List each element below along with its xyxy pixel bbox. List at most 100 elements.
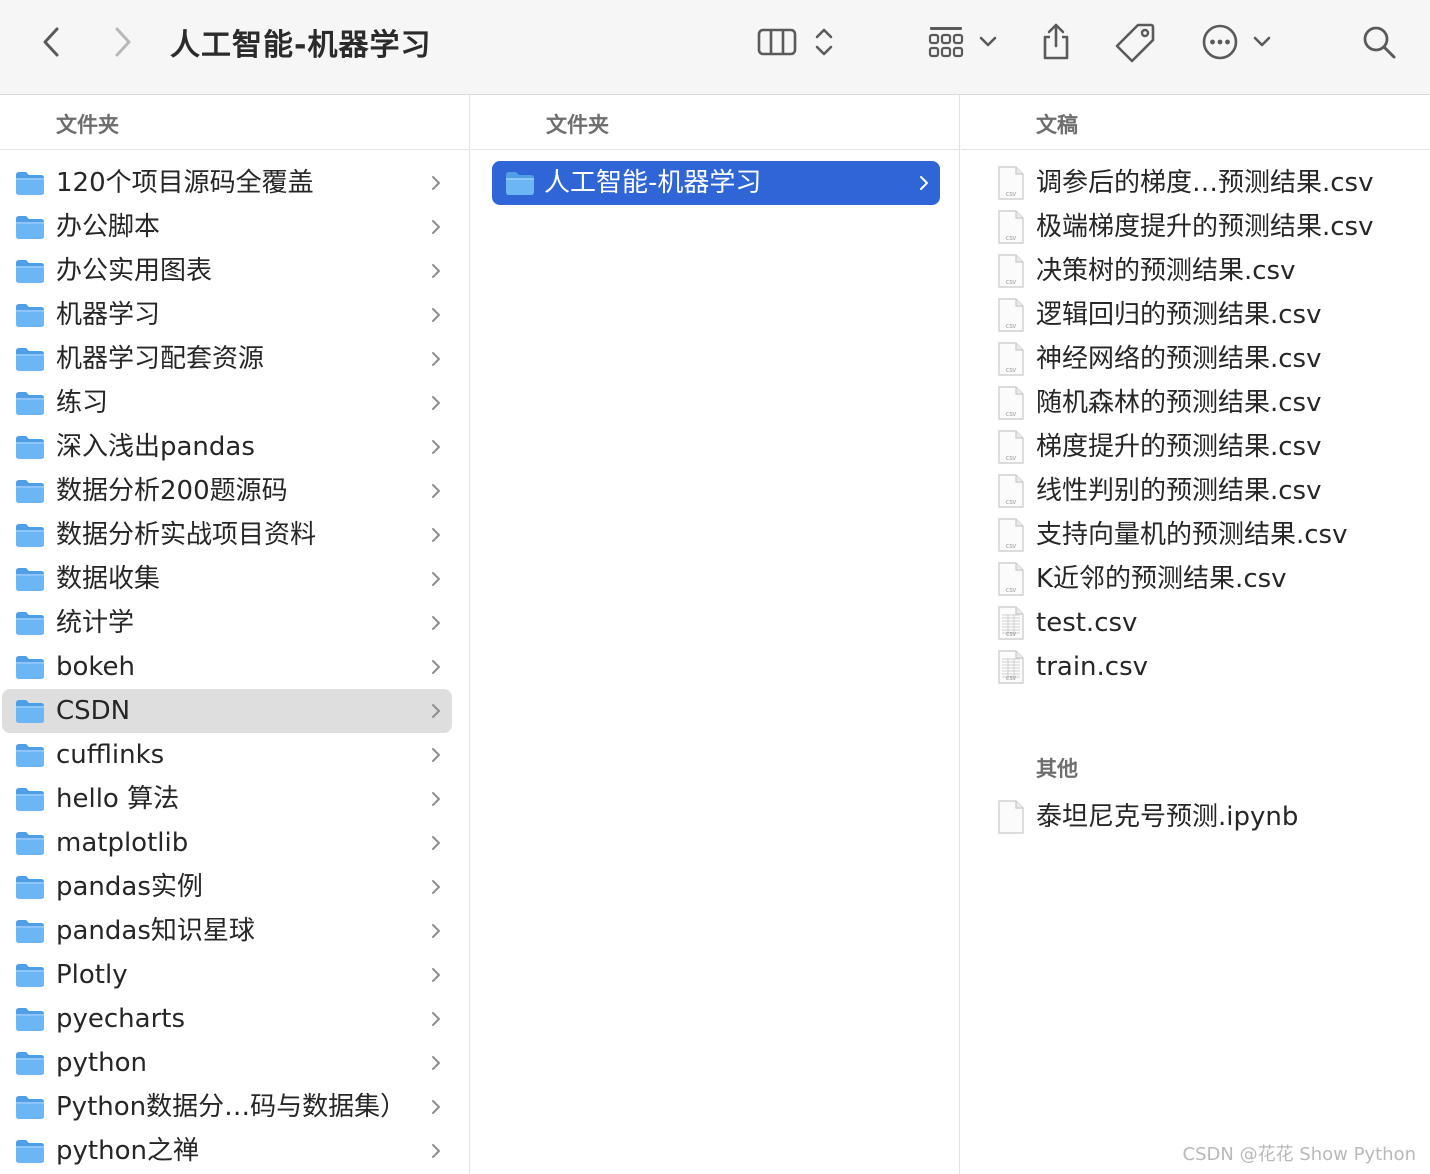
column-2: 文件夹 人工智能-机器学习 <box>471 95 960 1174</box>
chevron-right-icon <box>432 792 440 806</box>
csv-file-icon: CSV <box>998 518 1024 552</box>
chevron-right-icon <box>115 27 131 57</box>
file-row-item-2[interactable]: CSV 极端梯度提升的预测结果.csv <box>961 205 1430 249</box>
csv-file-icon: CSV <box>998 166 1024 200</box>
share-button[interactable] <box>1036 20 1076 64</box>
folder-row-item-19[interactable]: Plotly <box>2 953 452 997</box>
forward-button[interactable] <box>108 24 138 60</box>
folder-row-selected[interactable]: 人工智能-机器学习 <box>492 161 940 205</box>
folder-row-item-15[interactable]: hello 算法 <box>2 777 452 821</box>
folder-row-item-9[interactable]: 数据分析实战项目资料 <box>2 513 452 557</box>
folder-row-item-22[interactable]: Python数据分…码与数据集） <box>2 1085 452 1129</box>
folder-icon <box>16 744 44 767</box>
folder-icon <box>16 964 44 987</box>
file-row-item-6[interactable]: CSV 随机森林的预测结果.csv <box>961 381 1430 425</box>
folder-row-item-6[interactable]: 练习 <box>2 381 452 425</box>
file-badge: CSV <box>1006 544 1017 550</box>
folder-list: 120个项目源码全覆盖 办公脚本 办公实用图表机器学习机器学习配套资源练习 深入浅出p… <box>0 161 469 1173</box>
file-row-item-11[interactable]: CSV test.csv <box>961 601 1430 645</box>
chevron-right-icon <box>432 704 440 718</box>
folder-row-item-3[interactable]: 办公实用图表 <box>2 249 452 293</box>
folder-icon <box>16 568 44 591</box>
folder-row-item-5[interactable]: 机器学习配套资源 <box>2 337 452 381</box>
file-label: 调参后的梯度…预测结果.csv <box>1036 168 1374 198</box>
csv-file-icon: CSV <box>998 210 1024 244</box>
chevron-right-icon <box>432 484 440 498</box>
folder-icon <box>16 480 44 503</box>
folder-row-item-20[interactable]: pyecharts <box>2 997 452 1041</box>
chevron-right-icon <box>432 880 440 894</box>
folder-icon <box>16 920 44 943</box>
folder-label: matplotlib <box>56 828 189 858</box>
folder-icon <box>16 1096 44 1119</box>
more-actions-button[interactable] <box>1198 20 1274 64</box>
file-badge: CSV <box>1006 632 1017 638</box>
back-button[interactable] <box>36 24 66 60</box>
file-row-item-4[interactable]: CSV 逻辑回归的预测结果.csv <box>961 293 1430 337</box>
folder-row-item-18[interactable]: pandas知识星球 <box>2 909 452 953</box>
folder-row-item-13[interactable]: CSDN <box>2 689 452 733</box>
folder-row-item-1[interactable]: 120个项目源码全覆盖 <box>2 161 452 205</box>
file-label: 泰坦尼克号预测.ipynb <box>1036 802 1299 832</box>
folder-row-item-21[interactable]: python <box>2 1041 452 1085</box>
folder-label: 机器学习配套资源 <box>56 344 265 374</box>
folder-icon <box>16 1008 44 1031</box>
folder-icon <box>506 172 534 195</box>
search-button[interactable] <box>1358 20 1400 64</box>
folder-label: cufflinks <box>56 740 165 770</box>
file-label: 随机森林的预测结果.csv <box>1036 388 1322 418</box>
folder-row-item-10[interactable]: 数据收集 <box>2 557 452 601</box>
tag-button[interactable] <box>1112 20 1158 64</box>
folder-row-item-7[interactable]: 深入浅出pandas <box>2 425 452 469</box>
folder-row-item-11[interactable]: 统计学 <box>2 601 452 645</box>
file-row-item-5[interactable]: CSV 神经网络的预测结果.csv <box>961 337 1430 381</box>
csv-file-icon: CSV <box>998 298 1024 332</box>
file-badge: CSV <box>1006 500 1017 506</box>
file-badge: CSV <box>1006 456 1017 462</box>
toolbar: 人工智能-机器学习 <box>0 0 1430 95</box>
folder-row-item-14[interactable]: cufflinks <box>2 733 452 777</box>
file-label: 梯度提升的预测结果.csv <box>1036 432 1322 462</box>
folder-row-item-2[interactable]: 办公脚本 <box>2 205 452 249</box>
file-badge: CSV <box>1006 368 1017 374</box>
folder-row-item-8[interactable]: 数据分析200题源码 <box>2 469 452 513</box>
folder-icon <box>16 436 44 459</box>
file-row-other-item-1[interactable]: 泰坦尼克号预测.ipynb <box>961 795 1430 839</box>
file-list: CSV 调参后的梯度…预测结果.csv CSV 极端梯度提升的预测结果.csv CSV 决… <box>961 161 1430 689</box>
group-button[interactable] <box>924 22 1000 62</box>
chevron-right-icon <box>432 1012 440 1026</box>
chevron-right-icon <box>432 748 440 762</box>
chevron-down-icon <box>979 36 997 47</box>
chevron-right-icon <box>432 572 440 586</box>
column-view-icon <box>757 28 797 56</box>
folder-label: 机器学习 <box>56 300 161 330</box>
folder-list: 人工智能-机器学习 <box>471 161 959 205</box>
csv-file-icon: CSV <box>998 606 1024 640</box>
view-mode-button[interactable] <box>752 22 838 62</box>
chevron-right-icon <box>432 396 440 410</box>
file-label: test.csv <box>1036 608 1138 638</box>
folder-row-item-12[interactable]: bokeh <box>2 645 452 689</box>
folder-icon <box>16 700 44 723</box>
watermark: CSDN @花花 Show Python <box>1182 1144 1416 1165</box>
folder-label: hello 算法 <box>56 784 180 814</box>
file-row-item-12[interactable]: CSV train.csv <box>961 645 1430 689</box>
folder-row-item-16[interactable]: matplotlib <box>2 821 452 865</box>
chevron-right-icon <box>432 308 440 322</box>
file-row-item-9[interactable]: CSV 支持向量机的预测结果.csv <box>961 513 1430 557</box>
folder-row-item-17[interactable]: pandas实例 <box>2 865 452 909</box>
csv-file-icon: CSV <box>998 474 1024 508</box>
csv-file-icon: CSV <box>998 650 1024 684</box>
folder-icon <box>16 304 44 327</box>
folder-icon <box>16 260 44 283</box>
file-row-item-1[interactable]: CSV 调参后的梯度…预测结果.csv <box>961 161 1430 205</box>
folder-icon <box>16 392 44 415</box>
folder-icon <box>16 612 44 635</box>
file-badge: CSV <box>1006 280 1017 286</box>
folder-row-item-23[interactable]: python之禅 <box>2 1129 452 1173</box>
file-row-item-7[interactable]: CSV 梯度提升的预测结果.csv <box>961 425 1430 469</box>
file-row-item-8[interactable]: CSV 线性判别的预测结果.csv <box>961 469 1430 513</box>
folder-row-item-4[interactable]: 机器学习 <box>2 293 452 337</box>
file-row-item-10[interactable]: CSV K近邻的预测结果.csv <box>961 557 1430 601</box>
file-row-item-3[interactable]: CSV 决策树的预测结果.csv <box>961 249 1430 293</box>
